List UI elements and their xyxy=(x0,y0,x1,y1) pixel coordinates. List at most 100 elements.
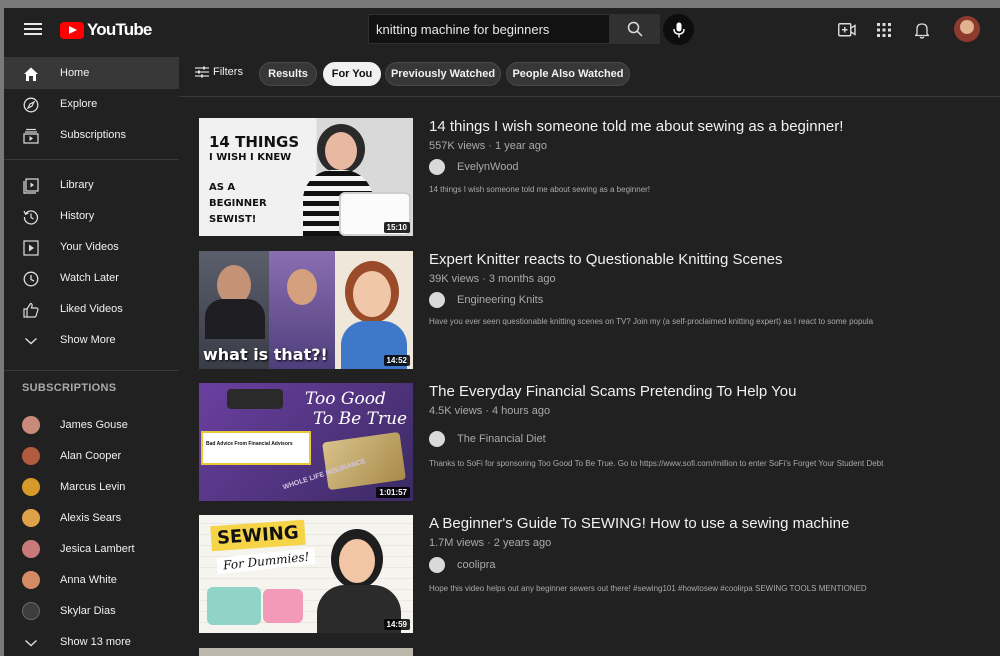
search-box[interactable] xyxy=(368,14,613,44)
home-icon xyxy=(22,65,40,83)
sidebar-item-label: Home xyxy=(60,67,90,79)
subscription-item[interactable]: Alexis Sears xyxy=(4,502,179,534)
video-result[interactable]: what is that?! 14:52 Expert Knitter reac… xyxy=(199,251,999,371)
thumbnail-sewing-machine xyxy=(263,589,303,623)
thumbs-up-icon xyxy=(22,301,40,319)
sidebar-item-label: History xyxy=(60,210,95,222)
subscription-item[interactable]: Skylar Dias xyxy=(4,595,179,627)
history-icon xyxy=(22,208,40,226)
voice-search-button[interactable] xyxy=(663,14,694,45)
channel-avatar xyxy=(22,602,40,620)
sidebar-item-home[interactable]: Home xyxy=(4,57,179,89)
video-thumbnail[interactable] xyxy=(199,648,413,656)
clock-icon xyxy=(22,270,40,288)
channel-avatar xyxy=(22,540,40,558)
channel-name: coolipra xyxy=(457,559,496,571)
thumbnail-sewing-machine xyxy=(207,587,261,625)
channel-link[interactable]: Engineering Knits xyxy=(429,292,543,308)
channel-link[interactable]: coolipra xyxy=(429,557,496,573)
sidebar-item-liked-videos[interactable]: Liked Videos xyxy=(4,293,179,325)
channel-avatar xyxy=(22,416,40,434)
video-description: Hope this video helps out any beginner s… xyxy=(429,584,867,593)
chevron-down-icon xyxy=(22,634,40,652)
video-result[interactable]: SEWING For Dummies! 14:59 A Beginner's G… xyxy=(199,515,999,635)
subscription-item[interactable]: Alan Cooper xyxy=(4,440,179,472)
compass-icon xyxy=(22,96,40,114)
subscription-item[interactable]: Anna White xyxy=(4,564,179,596)
video-thumbnail[interactable]: 14 THINGS I WISH I KNEW AS A BEGINNER SE… xyxy=(199,118,413,236)
thumbnail-person-face xyxy=(353,271,391,317)
chip-people-also-watched[interactable]: People Also Watched xyxy=(506,62,630,86)
video-duration: 14:59 xyxy=(383,619,410,630)
video-duration: 14:52 xyxy=(383,355,410,366)
apps-grid-icon[interactable] xyxy=(874,20,894,40)
video-description: Have you ever seen questionable knitting… xyxy=(429,317,874,326)
channel-avatar xyxy=(429,159,445,175)
subscription-item[interactable]: Jesica Lambert xyxy=(4,533,179,565)
subscription-item[interactable]: James Gouse xyxy=(4,409,179,441)
microphone-icon xyxy=(672,22,685,37)
subscription-label: Alexis Sears xyxy=(60,512,122,524)
channel-avatar xyxy=(429,431,445,447)
hamburger-menu-icon[interactable] xyxy=(24,20,42,38)
sidebar-item-label: Watch Later xyxy=(60,272,119,284)
channel-name: The Financial Diet xyxy=(457,433,546,445)
channel-avatar xyxy=(22,447,40,465)
subscription-label: Anna White xyxy=(60,574,117,586)
chip-previously-watched[interactable]: Previously Watched xyxy=(385,62,501,86)
sidebar-item-label: Subscriptions xyxy=(60,129,127,141)
create-video-icon[interactable] xyxy=(837,20,857,40)
search-input[interactable] xyxy=(369,15,613,43)
subscription-label: Jesica Lambert xyxy=(60,543,135,555)
channel-link[interactable]: EvelynWood xyxy=(429,159,519,175)
subscription-label: Skylar Dias xyxy=(60,605,116,617)
youtube-logo[interactable]: YouTube xyxy=(60,20,152,40)
thumbnail-text: Too Good xyxy=(305,389,386,409)
video-meta: 39K views · 3 months ago xyxy=(429,273,556,285)
channel-avatar xyxy=(22,509,40,527)
notifications-bell-icon[interactable] xyxy=(912,20,932,40)
sidebar-item-explore[interactable]: Explore xyxy=(4,88,179,120)
video-result[interactable]: 14 THINGS I WISH I KNEW AS A BEGINNER SE… xyxy=(199,118,999,238)
show-more-subscriptions[interactable]: Show 13 more xyxy=(4,626,179,656)
sidebar-item-history[interactable]: History xyxy=(4,200,179,232)
channel-name: Engineering Knits xyxy=(457,294,544,306)
filters-button[interactable]: Filters xyxy=(195,66,243,78)
play-square-icon xyxy=(22,239,40,257)
thumbnail-text: 14 THINGS xyxy=(209,133,300,151)
video-title[interactable]: Expert Knitter reacts to Questionable Kn… xyxy=(429,251,989,268)
sidebar-item-subscriptions[interactable]: Subscriptions xyxy=(4,119,179,151)
channel-avatar xyxy=(429,557,445,573)
video-title[interactable]: 14 things I wish someone told me about s… xyxy=(429,118,989,135)
search-button[interactable] xyxy=(610,14,660,44)
sidebar-item-your-videos[interactable]: Your Videos xyxy=(4,231,179,263)
top-bar: YouTube xyxy=(4,8,1000,52)
user-avatar[interactable] xyxy=(954,16,980,42)
channel-link[interactable]: The Financial Diet xyxy=(429,431,546,447)
video-thumbnail[interactable]: Too Good To Be True Bad Advice From Fina… xyxy=(199,383,413,501)
sidebar-item-label: Liked Videos xyxy=(60,303,123,315)
thumbnail-text: BEGINNER xyxy=(209,198,267,209)
subscriptions-heading: SUBSCRIPTIONS xyxy=(22,382,117,394)
logo-text: YouTube xyxy=(87,20,152,39)
thumbnail-text: To Be True xyxy=(313,409,408,429)
search-icon xyxy=(627,21,643,37)
video-thumbnail[interactable]: SEWING For Dummies! 14:59 xyxy=(199,515,413,633)
sidebar-item-label: Your Videos xyxy=(60,241,119,253)
video-title[interactable]: The Everyday Financial Scams Pretending … xyxy=(429,383,989,400)
video-thumbnail[interactable]: what is that?! 14:52 xyxy=(199,251,413,369)
subscription-item[interactable]: Marcus Levin xyxy=(4,471,179,503)
video-meta: 1.7M views · 2 years ago xyxy=(429,537,552,549)
thumbnail-caption: Too Good To Be True xyxy=(305,389,407,429)
video-result[interactable]: Too Good To Be True Bad Advice From Fina… xyxy=(199,383,999,503)
sidebar-item-show-more[interactable]: Show More xyxy=(4,324,179,356)
subscription-label: Alan Cooper xyxy=(60,450,122,462)
video-title[interactable]: A Beginner's Guide To SEWING! How to use… xyxy=(429,515,989,532)
filter-chips-bar: Filters Results For You Previously Watch… xyxy=(179,52,1000,97)
chip-for-you[interactable]: For You xyxy=(323,62,381,86)
sidebar-item-watch-later[interactable]: Watch Later xyxy=(4,262,179,294)
video-result-partial[interactable] xyxy=(199,648,999,656)
chip-results[interactable]: Results xyxy=(259,62,317,86)
filters-icon xyxy=(195,66,209,78)
sidebar-item-library[interactable]: Library xyxy=(4,169,179,201)
